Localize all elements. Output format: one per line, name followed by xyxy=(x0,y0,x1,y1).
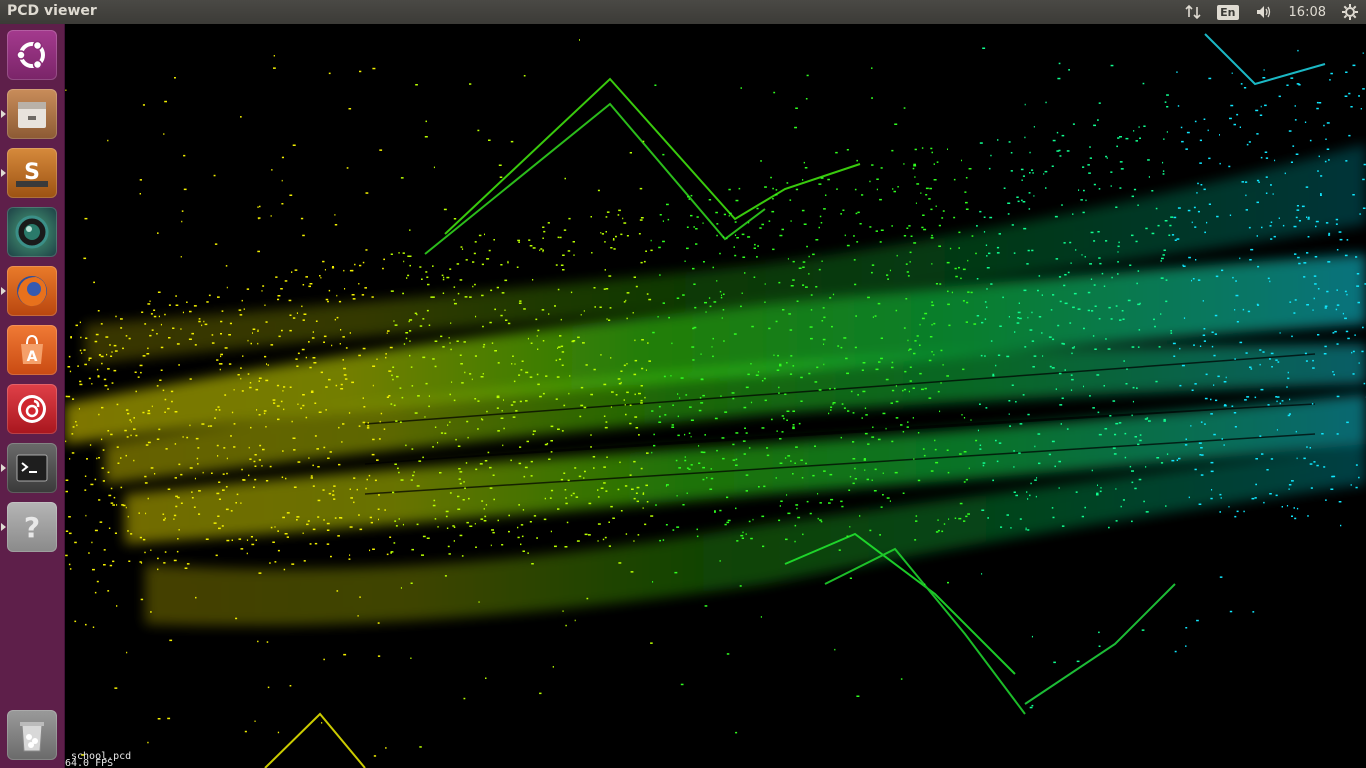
question-icon[interactable]: ? xyxy=(7,502,57,552)
camera-icon[interactable] xyxy=(7,207,57,257)
files-icon[interactable] xyxy=(7,89,57,139)
running-indicator xyxy=(1,523,6,531)
running-indicator xyxy=(1,287,6,295)
running-indicator xyxy=(1,169,6,177)
launcher: S A ? xyxy=(0,24,65,768)
keyboard-layout-label: En xyxy=(1217,4,1239,20)
svg-text:S: S xyxy=(24,160,40,185)
firefox-icon[interactable] xyxy=(7,266,57,316)
trash-icon[interactable] xyxy=(7,710,57,760)
volume-icon[interactable] xyxy=(1255,4,1273,20)
terminal-icon[interactable] xyxy=(7,443,57,493)
top-panel: PCD viewer En 16:08 xyxy=(0,0,1366,24)
network-icon[interactable] xyxy=(1185,4,1201,20)
point-cloud-render xyxy=(65,33,1366,768)
svg-text:?: ? xyxy=(24,511,40,544)
sublime-icon[interactable]: S xyxy=(7,148,57,198)
running-indicator xyxy=(1,110,6,118)
ubuntu-icon[interactable] xyxy=(7,30,57,80)
indicator-area: En 16:08 xyxy=(1177,0,1366,24)
svg-text:A: A xyxy=(27,349,38,365)
running-indicator xyxy=(1,464,6,472)
gear-icon[interactable] xyxy=(1342,4,1358,20)
clock[interactable]: 16:08 xyxy=(1289,5,1326,20)
fps-label: 64.0 FPS xyxy=(65,758,114,768)
keyboard-layout-indicator[interactable]: En xyxy=(1217,4,1239,20)
store-icon[interactable]: A xyxy=(7,325,57,375)
point-cloud-viewport[interactable]: school.pcd 64.0 FPS xyxy=(65,24,1366,768)
music-icon[interactable] xyxy=(7,384,57,434)
window-title: PCD viewer xyxy=(7,3,97,19)
